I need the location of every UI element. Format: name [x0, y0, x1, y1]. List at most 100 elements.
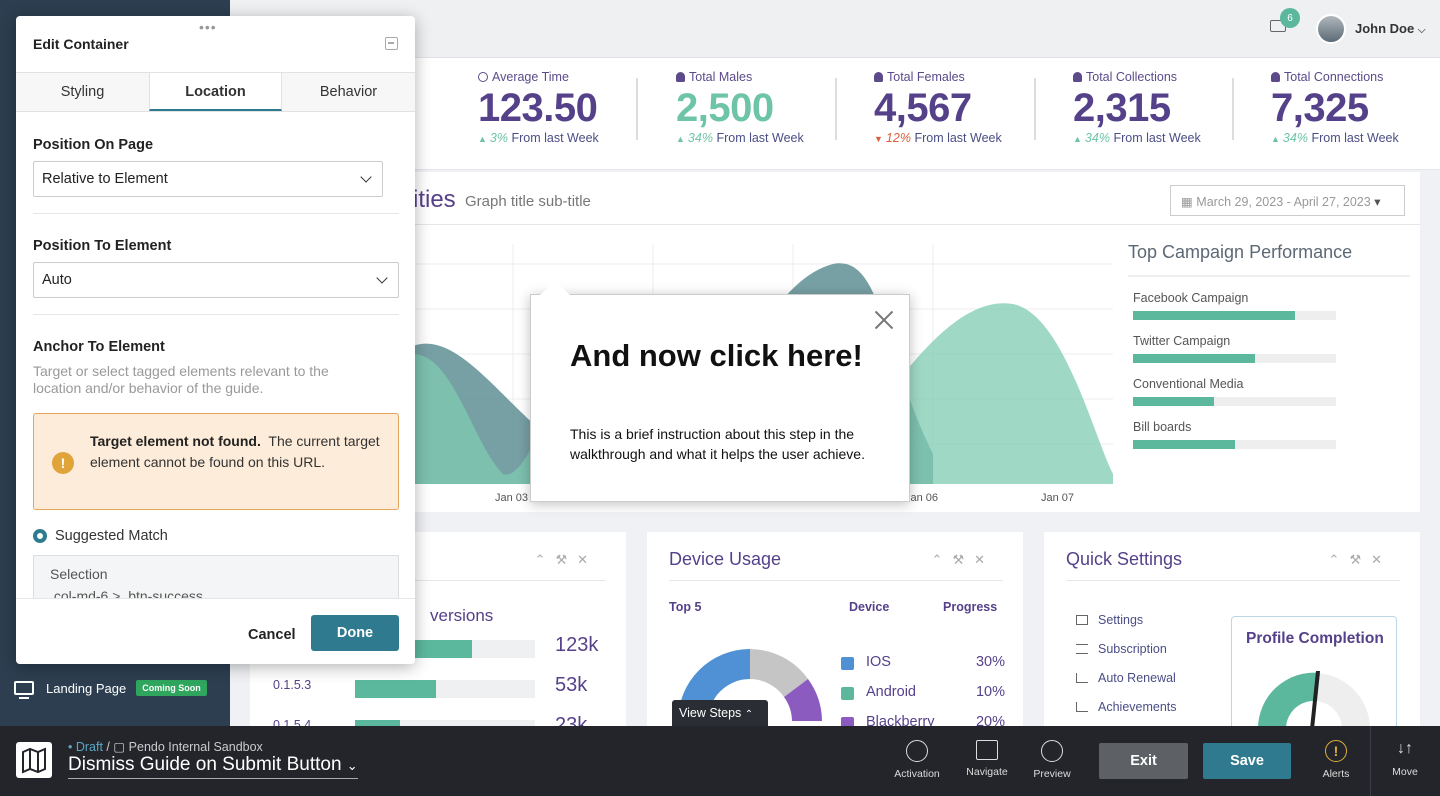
alert-title: Target element not found.	[90, 433, 261, 449]
campaign-item: Bill boards	[1128, 420, 1410, 449]
stat-pct: 34%	[1282, 131, 1308, 145]
view-steps-button[interactable]: View Steps ⌃	[672, 700, 768, 727]
app-name: Pendo Internal Sandbox	[128, 740, 263, 754]
avatar[interactable]	[1316, 14, 1346, 44]
button-label: Preview	[1033, 768, 1071, 780]
quick-setting-label: Subscription	[1098, 642, 1167, 656]
move-button[interactable]: ↓↑ Move	[1385, 740, 1425, 778]
edit-container-panel: ••• Edit Container Styling Location Beha…	[16, 16, 415, 664]
stat-suffix: From last Week	[1311, 131, 1399, 145]
stat-pct: 12%	[885, 131, 911, 145]
device-pct: 20%	[975, 714, 1005, 726]
divider	[1232, 78, 1234, 140]
legend-swatch	[841, 717, 854, 726]
date-range-value: March 29, 2023 - April 27, 2023	[1196, 195, 1371, 209]
versions-title: versions	[430, 606, 494, 625]
user-icon	[1271, 72, 1280, 82]
chevron-up-icon: ⌃	[744, 709, 754, 720]
list-icon	[1076, 644, 1088, 654]
line-chart-icon	[1076, 702, 1088, 712]
quick-setting-label: Auto Renewal	[1098, 671, 1176, 685]
calendar-icon	[1076, 615, 1088, 625]
activation-button[interactable]: Activation	[891, 740, 943, 780]
stat-value: 123.50	[478, 86, 598, 130]
anchor-to-element-label: Anchor To Element	[33, 339, 165, 355]
button-label: Move	[1392, 766, 1418, 778]
exit-button[interactable]: Exit	[1099, 743, 1188, 779]
panel-controls[interactable]: ⌃⚒✕	[535, 552, 598, 568]
navigate-button[interactable]: Navigate	[962, 740, 1012, 778]
version-value: 123k	[555, 634, 599, 656]
quick-setting-label: Achievements	[1098, 700, 1177, 714]
sidebar-item-landing-page[interactable]: Landing Page Coming Soon	[0, 668, 230, 708]
guide-title: And now click here!	[570, 338, 863, 373]
device-row: IOS 30%	[841, 654, 1005, 672]
date-range-picker[interactable]: ▦ March 29, 2023 - April 27, 2023 ▾	[1170, 185, 1405, 216]
guide-name-dropdown[interactable]: Dismiss Guide on Submit Button ⌄	[68, 754, 358, 779]
user-icon	[1073, 72, 1082, 82]
version-value: 53k	[555, 674, 588, 696]
guide-body: This is a brief instruction about this s…	[570, 426, 865, 462]
divider	[33, 213, 399, 214]
campaign-item: Conventional Media	[1128, 377, 1410, 406]
quick-setting-achievements[interactable]: Achievements	[1076, 700, 1177, 714]
quick-setting-settings[interactable]: Settings	[1076, 613, 1143, 627]
coming-soon-badge: Coming Soon	[136, 680, 207, 696]
bar-chart-icon	[1076, 673, 1088, 683]
warning-icon: !	[52, 452, 74, 474]
close-icon[interactable]	[874, 310, 894, 330]
tooltip-caret	[540, 281, 570, 295]
save-button[interactable]: Save	[1203, 743, 1291, 779]
tab-behavior[interactable]: Behavior	[282, 73, 415, 111]
chevron-down-icon: ⌄	[346, 758, 358, 773]
header-progress: Progress	[943, 600, 998, 614]
position-on-page-select[interactable]: Relative to Element	[33, 161, 383, 197]
chart-title: ities	[413, 186, 456, 213]
divider	[669, 580, 1003, 581]
minimize-icon[interactable]	[385, 37, 398, 50]
panel-controls[interactable]: ⌃⚒✕	[932, 552, 995, 568]
quick-setting-auto-renewal[interactable]: Auto Renewal	[1076, 671, 1176, 685]
campaign-bar	[1133, 354, 1255, 363]
arrow-up-icon: ▲	[1271, 134, 1280, 144]
done-button[interactable]: Done	[311, 615, 399, 651]
monitor-icon	[14, 681, 34, 699]
position-to-element-select[interactable]: Auto	[33, 262, 399, 298]
calendar-icon: ▦	[1181, 195, 1193, 209]
stat-value: 2,500	[676, 86, 774, 130]
quick-setting-subscription[interactable]: Subscription	[1076, 642, 1167, 656]
profile-completion-title: Profile Completion	[1246, 630, 1384, 647]
stat-pct: 34%	[687, 131, 713, 145]
view-steps-label: View Steps	[679, 706, 742, 720]
device-name: IOS	[866, 654, 891, 670]
stat-suffix: From last Week	[914, 131, 1002, 145]
arrow-up-icon: ▲	[478, 134, 487, 144]
device-row: Android 10%	[841, 684, 1005, 702]
button-label: Activation	[894, 768, 940, 780]
clock-icon	[478, 72, 488, 82]
guide-tooltip	[530, 294, 910, 502]
caret-down-icon: ▾	[1374, 195, 1381, 209]
divider	[1034, 78, 1036, 140]
device-pct: 10%	[975, 684, 1005, 700]
alerts-button[interactable]: ! Alerts	[1314, 740, 1358, 780]
panel-controls[interactable]: ⌃⚒✕	[1329, 552, 1392, 568]
drag-handle-icon[interactable]: •••	[199, 19, 217, 35]
tab-styling[interactable]: Styling	[16, 73, 149, 111]
preview-button[interactable]: Preview	[1030, 740, 1074, 780]
device-usage-panel: Device Usage ⌃⚒✕ Top 5 Device Progress I…	[647, 532, 1023, 726]
profile-gauge	[1257, 671, 1370, 729]
campaign-label: Twitter Campaign	[1133, 334, 1231, 348]
user-menu[interactable]: John Doe ⌵	[1355, 21, 1425, 36]
campaign-bar	[1133, 397, 1215, 406]
version-label: 0.1.5.3	[273, 678, 312, 692]
suggested-match-radio[interactable]	[33, 529, 47, 543]
campaign-bar	[1133, 311, 1296, 320]
divider	[33, 314, 399, 315]
tab-location[interactable]: Location	[149, 73, 282, 111]
anchor-description: Target or select tagged elements relevan…	[33, 363, 329, 396]
stat-total-collections: Total Collections 2,315 ▲ 34% From last W…	[1073, 70, 1263, 145]
device-row: Blackberry 20%	[841, 714, 1005, 726]
cancel-button[interactable]: Cancel	[248, 627, 296, 643]
chevron-down-icon	[360, 171, 372, 183]
